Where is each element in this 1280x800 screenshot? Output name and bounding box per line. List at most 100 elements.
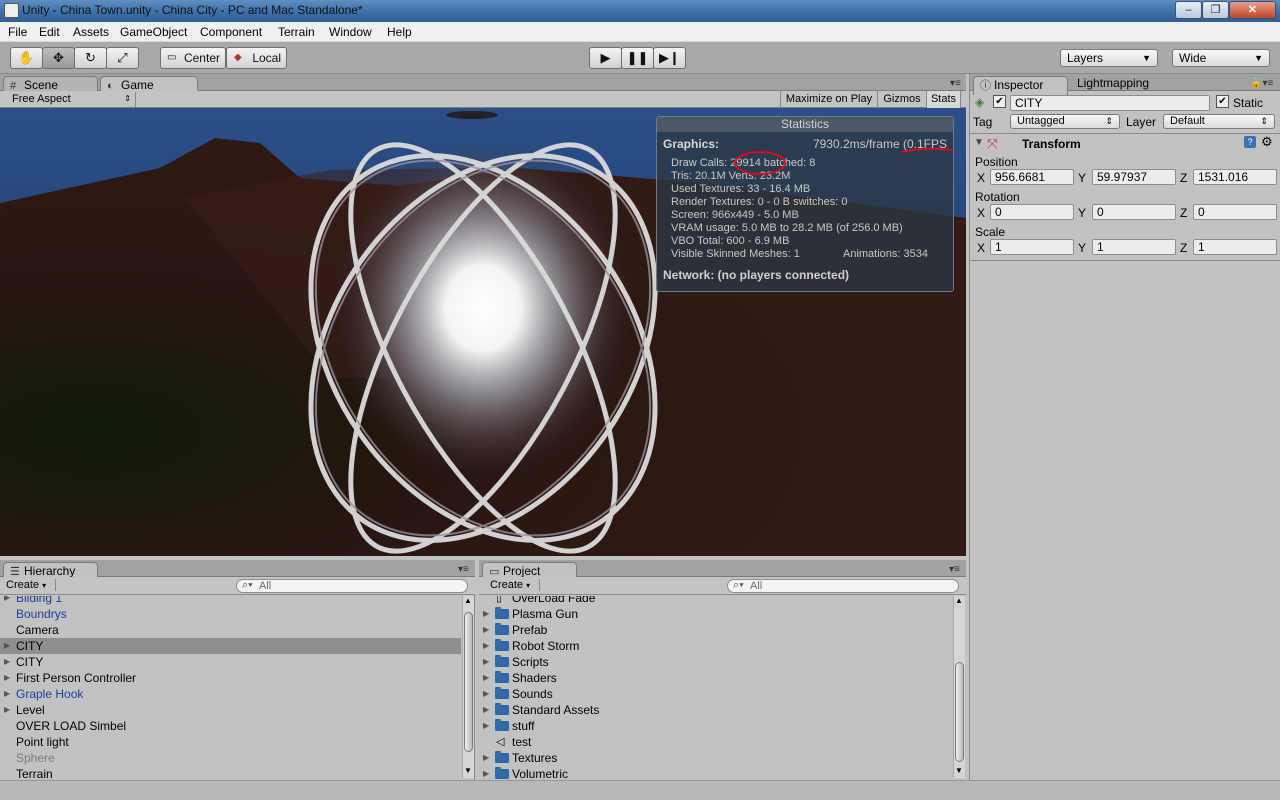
- hierarchy-item[interactable]: ▶ Bilding 1: [0, 596, 461, 606]
- project-item[interactable]: ▯ OverLoad Fade: [479, 596, 952, 606]
- expand-arrow-icon[interactable]: ▶: [483, 622, 489, 638]
- hierarchy-item[interactable]: ▶ CITY: [0, 638, 461, 654]
- project-item[interactable]: ▶ Plasma Gun: [479, 606, 952, 622]
- rotation-x-field[interactable]: 0: [990, 204, 1074, 220]
- static-checkbox[interactable]: ✔: [1216, 95, 1229, 108]
- layout-dropdown[interactable]: Wide ▼: [1172, 49, 1270, 67]
- move-tool-button[interactable]: ✥: [42, 47, 75, 69]
- project-search-input[interactable]: ⌕▾ All: [727, 579, 959, 593]
- project-item[interactable]: ◁ test: [479, 734, 952, 750]
- layers-dropdown[interactable]: Layers ▼: [1060, 49, 1158, 67]
- project-item[interactable]: ▶ Prefab: [479, 622, 952, 638]
- scroll-up-icon[interactable]: ▲: [955, 596, 963, 605]
- expand-arrow-icon[interactable]: ▶: [4, 654, 10, 670]
- hierarchy-create-button[interactable]: Create ▾: [6, 579, 56, 591]
- tag-dropdown[interactable]: Untagged ⇕: [1010, 114, 1120, 129]
- position-z-field[interactable]: 1531.016: [1193, 169, 1277, 185]
- panel-menu-icon[interactable]: ▾≡: [458, 564, 469, 575]
- hand-tool-button[interactable]: ✋: [10, 47, 43, 69]
- project-create-button[interactable]: Create ▾: [490, 579, 540, 591]
- tab-inspector[interactable]: ⓘ Inspector: [973, 76, 1068, 95]
- project-item[interactable]: ▶ Shaders: [479, 670, 952, 686]
- lock-icon[interactable]: 🔒▾≡: [1250, 78, 1273, 89]
- scroll-down-icon[interactable]: ▼: [464, 766, 472, 775]
- project-item[interactable]: ▶ Scripts: [479, 654, 952, 670]
- rotation-z-field[interactable]: 0: [1193, 204, 1277, 220]
- hierarchy-item[interactable]: Point light: [0, 734, 461, 750]
- expand-arrow-icon[interactable]: ▶: [4, 670, 10, 686]
- step-button[interactable]: ▶❙: [653, 47, 686, 69]
- expand-arrow-icon[interactable]: ▶: [483, 670, 489, 686]
- scroll-up-icon[interactable]: ▲: [464, 596, 472, 605]
- project-scrollbar[interactable]: ▲ ▼: [953, 596, 965, 778]
- menu-component[interactable]: Component: [200, 25, 262, 39]
- expand-arrow-icon[interactable]: ▶: [483, 686, 489, 702]
- panel-menu-icon[interactable]: ▾≡: [949, 564, 960, 575]
- hierarchy-scroll-thumb[interactable]: [464, 612, 473, 752]
- minimize-button[interactable]: –: [1175, 1, 1202, 19]
- gear-icon[interactable]: ⚙: [1261, 134, 1273, 150]
- menu-edit[interactable]: Edit: [39, 25, 60, 39]
- expand-arrow-icon[interactable]: ▶: [483, 638, 489, 654]
- hierarchy-search-input[interactable]: ⌕▾ All: [236, 579, 468, 593]
- project-item[interactable]: ▶ Textures: [479, 750, 952, 766]
- layer-dropdown[interactable]: Default ⇕: [1163, 114, 1275, 129]
- menu-gameobject[interactable]: GameObject: [120, 25, 187, 39]
- object-name-field[interactable]: CITY: [1010, 95, 1210, 111]
- hierarchy-item[interactable]: ▶ First Person Controller: [0, 670, 461, 686]
- hierarchy-item[interactable]: Sphere: [0, 750, 461, 766]
- scale-z-field[interactable]: 1: [1193, 239, 1277, 255]
- project-item[interactable]: ▶ Volumetric: [479, 766, 952, 780]
- hierarchy-item[interactable]: ▶ Graple Hook: [0, 686, 461, 702]
- hierarchy-item[interactable]: ▶ Level: [0, 702, 461, 718]
- project-item[interactable]: ▶ stuff: [479, 718, 952, 734]
- menu-terrain[interactable]: Terrain: [278, 25, 315, 39]
- project-item[interactable]: ▶ Robot Storm: [479, 638, 952, 654]
- rotation-y-field[interactable]: 0: [1092, 204, 1176, 220]
- project-item[interactable]: ▶ Standard Assets: [479, 702, 952, 718]
- close-button[interactable]: ✕: [1229, 1, 1276, 19]
- expand-arrow-icon[interactable]: ▶: [483, 718, 489, 734]
- expand-arrow-icon[interactable]: ▶: [483, 654, 489, 670]
- hierarchy-item[interactable]: Terrain: [0, 766, 461, 780]
- project-scroll-thumb[interactable]: [955, 662, 964, 762]
- tab-lightmapping[interactable]: Lightmapping: [1077, 76, 1149, 90]
- project-item[interactable]: ▶ Sounds: [479, 686, 952, 702]
- active-checkbox[interactable]: ✔: [993, 95, 1006, 108]
- scale-y-field[interactable]: 1: [1092, 239, 1176, 255]
- position-x-field[interactable]: 956.6681: [990, 169, 1074, 185]
- aspect-dropdown[interactable]: Free Aspect ⇕: [6, 92, 136, 107]
- menu-help[interactable]: Help: [387, 25, 412, 39]
- position-y-field[interactable]: 59.97937: [1092, 169, 1176, 185]
- expand-arrow-icon[interactable]: ▶: [483, 702, 489, 718]
- space-local-button[interactable]: ◆ Local: [226, 47, 287, 69]
- expand-arrow-icon[interactable]: ▶: [4, 702, 10, 718]
- pause-button[interactable]: ❚❚: [621, 47, 654, 69]
- scale-x-field[interactable]: 1: [990, 239, 1074, 255]
- maximize-button[interactable]: ❐: [1202, 1, 1229, 19]
- expand-arrow-icon[interactable]: ▶: [4, 638, 10, 654]
- menu-assets[interactable]: Assets: [73, 25, 109, 39]
- menu-window[interactable]: Window: [329, 25, 372, 39]
- hierarchy-scrollbar[interactable]: ▲ ▼: [462, 596, 474, 778]
- play-button[interactable]: ▶: [589, 47, 622, 69]
- stats-toggle[interactable]: Stats: [926, 91, 961, 108]
- hierarchy-item[interactable]: ▶ CITY: [0, 654, 461, 670]
- scale-tool-button[interactable]: ⤢: [106, 47, 139, 69]
- expand-arrow-icon[interactable]: ▶: [483, 766, 489, 780]
- expand-arrow-icon[interactable]: ▶: [4, 686, 10, 702]
- collapse-icon[interactable]: ▼: [974, 137, 984, 148]
- scroll-down-icon[interactable]: ▼: [955, 766, 963, 775]
- hierarchy-item[interactable]: Boundrys: [0, 606, 461, 622]
- rotate-tool-button[interactable]: ↻: [74, 47, 107, 69]
- expand-arrow-icon[interactable]: ▶: [483, 606, 489, 622]
- expand-arrow-icon[interactable]: ▶: [4, 596, 10, 606]
- pivot-center-button[interactable]: ▭ Center: [160, 47, 226, 69]
- panel-menu-icon[interactable]: ▾≡: [950, 78, 961, 89]
- maximize-on-play-toggle[interactable]: Maximize on Play: [780, 91, 877, 108]
- gizmos-toggle[interactable]: Gizmos: [877, 91, 926, 108]
- hierarchy-item[interactable]: OVER LOAD Simbel: [0, 718, 461, 734]
- expand-arrow-icon[interactable]: ▶: [483, 750, 489, 766]
- help-icon[interactable]: ?: [1244, 136, 1256, 148]
- hierarchy-item[interactable]: Camera: [0, 622, 461, 638]
